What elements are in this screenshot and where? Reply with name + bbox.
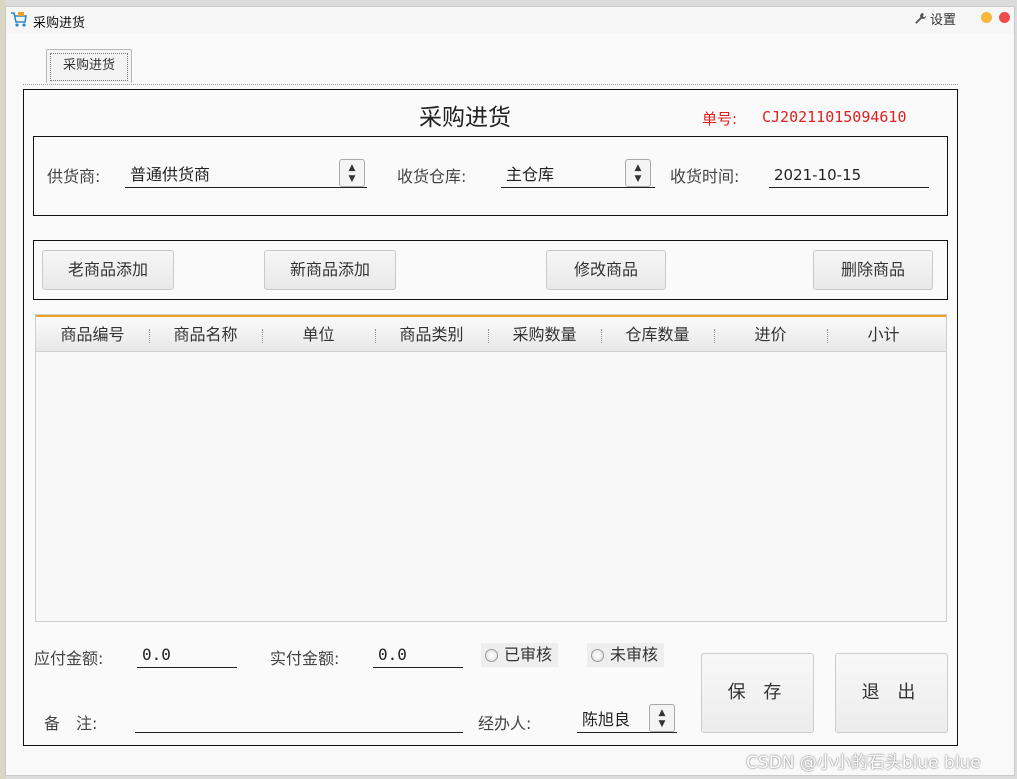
- paid-value: 0.0: [378, 645, 407, 664]
- date-label: 收货时间:: [670, 167, 740, 186]
- col-header-price[interactable]: 进价: [714, 317, 827, 352]
- supplier-select[interactable]: 普通供货商: [125, 162, 367, 188]
- minimize-button[interactable]: [981, 12, 992, 23]
- page-title: 采购进货: [419, 105, 511, 131]
- shopping-cart-icon: [11, 12, 27, 27]
- save-button[interactable]: 保 存: [701, 653, 814, 733]
- title-bar: 采购进货 设置: [6, 7, 1014, 33]
- remark-input[interactable]: [135, 707, 463, 733]
- supplier-label: 供货商:: [47, 167, 101, 186]
- payable-value: 0.0: [142, 645, 171, 664]
- settings-label: 设置: [930, 13, 957, 28]
- close-button[interactable]: [999, 12, 1010, 23]
- handler-value: 陈旭良: [582, 710, 631, 729]
- col-header-purchase-qty[interactable]: 采购数量: [488, 317, 601, 352]
- delete-product-button[interactable]: 删除商品: [813, 250, 933, 290]
- paid-input[interactable]: 0.0: [373, 642, 463, 668]
- edit-product-button[interactable]: 修改商品: [546, 250, 666, 290]
- header-fields-box: 供货商: 普通供货商 ▲ ▼ 收货仓库: 主仓库 ▲ ▼ 收货时间: 2021-10…: [33, 136, 948, 216]
- col-header-subtotal[interactable]: 小计: [827, 317, 940, 352]
- add-old-product-button[interactable]: 老商品添加: [42, 250, 174, 290]
- approved-label: 已审核: [504, 645, 553, 664]
- tab-divider: [23, 84, 958, 85]
- paid-label: 实付金额:: [270, 649, 340, 668]
- handler-spin-icon[interactable]: ▲ ▼: [649, 704, 675, 732]
- col-header-stock-qty[interactable]: 仓库数量: [601, 317, 714, 352]
- order-number-label: 单号:: [702, 110, 738, 128]
- window-title: 采购进货: [33, 16, 86, 31]
- tab-purchase-label: 采购进货: [50, 53, 128, 81]
- remark-label: 备 注:: [44, 714, 98, 733]
- watermark: CSDN @小小的石头blue blue: [746, 753, 981, 773]
- app-window: 采购进货 设置 采购进货 采购进货 单号: CJ20211015094610 供…: [5, 6, 1015, 776]
- unapproved-radio[interactable]: 未审核: [587, 643, 665, 667]
- tab-purchase[interactable]: 采购进货: [46, 49, 132, 83]
- warehouse-label: 收货仓库:: [397, 167, 467, 186]
- wrench-icon: [915, 13, 926, 24]
- supplier-value: 普通供货商: [130, 165, 211, 184]
- settings-button[interactable]: 设置: [914, 9, 956, 28]
- exit-button[interactable]: 退 出: [835, 653, 948, 733]
- radio-circle-icon: [591, 648, 604, 662]
- order-number-value: CJ20211015094610: [762, 108, 907, 126]
- unapproved-label: 未审核: [610, 645, 659, 664]
- payable-input[interactable]: 0.0: [137, 642, 237, 668]
- purchase-form: 采购进货 单号: CJ20211015094610 供货商: 普通供货商 ▲ ▼ …: [23, 89, 958, 746]
- date-value: 2021-10-15: [774, 166, 862, 184]
- handler-label: 经办人:: [478, 714, 532, 733]
- col-header-code[interactable]: 商品编号: [36, 317, 149, 352]
- warehouse-value: 主仓库: [506, 165, 555, 184]
- action-buttons-box: 老商品添加 新商品添加 修改商品 删除商品: [33, 240, 948, 300]
- payable-label: 应付金额:: [34, 649, 104, 668]
- approved-radio[interactable]: 已审核: [481, 643, 559, 667]
- supplier-spin-icon[interactable]: ▲ ▼: [339, 159, 365, 187]
- radio-circle-icon: [485, 648, 498, 662]
- col-header-unit[interactable]: 单位: [262, 317, 375, 352]
- warehouse-spin-icon[interactable]: ▲ ▼: [625, 159, 651, 187]
- table-header: 商品编号 商品名称 单位 商品类别 采购数量 仓库数量 进价 小计: [36, 315, 946, 352]
- col-header-name[interactable]: 商品名称: [149, 317, 262, 352]
- product-table[interactable]: 商品编号 商品名称 单位 商品类别 采购数量 仓库数量 进价 小计: [35, 314, 947, 622]
- date-input[interactable]: 2021-10-15: [769, 162, 929, 188]
- add-new-product-button[interactable]: 新商品添加: [264, 250, 396, 290]
- col-header-category[interactable]: 商品类别: [375, 317, 488, 352]
